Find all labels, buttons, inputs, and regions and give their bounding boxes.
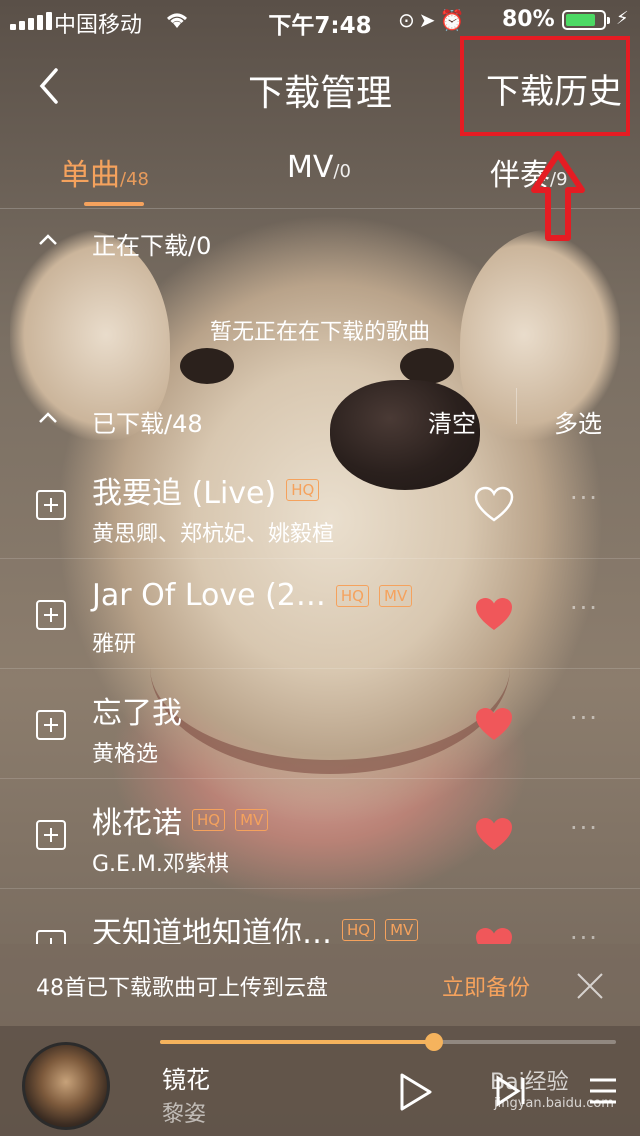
charging-icon: ⚡ xyxy=(616,8,629,29)
tab-mv[interactable]: MV/0 xyxy=(287,150,351,185)
highlight-box xyxy=(460,36,630,136)
clear-button[interactable]: 清空 xyxy=(428,404,476,439)
song-row[interactable]: 我要追 (Live) HQ 黄思卿、郑杭妃、姚毅楦 ··· xyxy=(0,448,640,559)
header-divider xyxy=(516,388,517,424)
song-title: 桃花诺 xyxy=(92,806,182,841)
song-title: Jar Of Love (2… xyxy=(92,578,326,613)
downloading-label: 正在下载/0 xyxy=(92,232,212,260)
status-bar: 中国移动 下午7:48 ⊙➤⏰ 80% ⚡ xyxy=(0,0,640,40)
chevron-up-icon xyxy=(39,234,57,245)
add-icon[interactable] xyxy=(36,930,66,944)
song-title-row: 忘了我 xyxy=(92,688,182,732)
backup-message: 48首已下载歌曲可上传到云盘 xyxy=(36,976,328,1001)
location-icon: ➤ xyxy=(418,8,440,32)
watermark: Bai经验 jingyan.baidu.com xyxy=(490,1070,614,1111)
now-playing-title: 镜花 xyxy=(162,1066,210,1094)
heart-icon[interactable] xyxy=(474,926,514,944)
mv-badge: MV xyxy=(235,809,269,831)
song-title: 天知道地知道你… xyxy=(92,916,332,944)
alarm-icon: ⏰ xyxy=(439,8,469,32)
progress-bar[interactable] xyxy=(160,1033,616,1051)
backup-now-button[interactable]: 立即备份 xyxy=(442,970,530,1002)
song-title: 忘了我 xyxy=(92,696,182,731)
song-artist: 黄思卿、郑杭妃、姚毅楦 xyxy=(92,522,335,547)
backup-banner: 48首已下载歌曲可上传到云盘 立即备份 xyxy=(0,944,640,1026)
song-title-row: Jar Of Love (2… HQ MV xyxy=(92,578,413,613)
song-title-row: 我要追 (Live) HQ xyxy=(92,468,320,512)
now-playing-artist: 黎姿 xyxy=(162,1102,207,1127)
song-row[interactable]: 忘了我 黄格选 ··· xyxy=(0,668,640,779)
hq-badge: HQ xyxy=(342,919,376,941)
song-row[interactable]: 桃花诺 HQ MV G.E.M.邓紫棋 ··· xyxy=(0,778,640,889)
battery-icon xyxy=(562,10,610,30)
mv-badge: MV xyxy=(385,919,419,941)
add-icon[interactable] xyxy=(36,490,66,520)
more-icon[interactable]: ··· xyxy=(570,484,599,512)
song-row[interactable]: 天知道地知道你… HQ MV ··· xyxy=(0,888,640,944)
more-icon[interactable]: ··· xyxy=(570,814,599,842)
close-icon[interactable] xyxy=(574,970,606,1002)
progress-knob[interactable] xyxy=(424,1033,443,1051)
heart-icon[interactable] xyxy=(474,486,514,522)
chevron-up-icon xyxy=(39,412,57,423)
album-cover[interactable] xyxy=(22,1042,110,1130)
add-icon[interactable] xyxy=(36,600,66,630)
hq-badge: HQ xyxy=(192,809,226,831)
song-title-row: 桃花诺 HQ MV xyxy=(92,798,269,842)
tab-indicator xyxy=(84,202,144,206)
song-artist: G.E.M.邓紫棋 xyxy=(92,852,229,877)
tab-singles[interactable]: 单曲/48 xyxy=(60,150,149,194)
downloaded-section-header[interactable]: 已下载/48 清空 多选 xyxy=(0,388,640,448)
hq-badge: HQ xyxy=(286,479,320,501)
add-icon[interactable] xyxy=(36,820,66,850)
song-row[interactable]: Jar Of Love (2… HQ MV 雅研 ··· xyxy=(0,558,640,669)
song-artist: 雅研 xyxy=(92,632,137,657)
heart-icon[interactable] xyxy=(474,816,514,852)
mv-badge: MV xyxy=(379,584,413,607)
more-icon[interactable]: ··· xyxy=(570,594,599,622)
song-title-row: 天知道地知道你… HQ MV xyxy=(92,908,419,944)
empty-downloading-text: 暂无正在在下载的歌曲 xyxy=(209,320,430,345)
battery-percent: 80% xyxy=(502,7,555,32)
downloading-section-header[interactable]: 正在下载/0 xyxy=(0,210,640,270)
more-icon[interactable]: ··· xyxy=(570,924,599,944)
multi-select-button[interactable]: 多选 xyxy=(554,404,602,439)
rotation-lock-icon: ⊙ xyxy=(398,8,419,32)
song-list: 我要追 (Live) HQ 黄思卿、郑杭妃、姚毅楦 ··· Jar Of Lov… xyxy=(0,448,640,944)
more-icon[interactable]: ··· xyxy=(570,704,599,732)
play-icon[interactable] xyxy=(398,1072,434,1112)
song-artist: 黄格选 xyxy=(92,742,159,767)
song-title: 我要追 (Live) xyxy=(92,476,277,511)
status-icons: ⊙➤⏰ xyxy=(398,8,468,32)
add-icon[interactable] xyxy=(36,710,66,740)
hq-badge: HQ xyxy=(335,584,369,607)
heart-icon[interactable] xyxy=(474,706,514,742)
downloaded-label: 已下载/48 xyxy=(92,410,203,438)
heart-icon[interactable] xyxy=(474,596,514,632)
